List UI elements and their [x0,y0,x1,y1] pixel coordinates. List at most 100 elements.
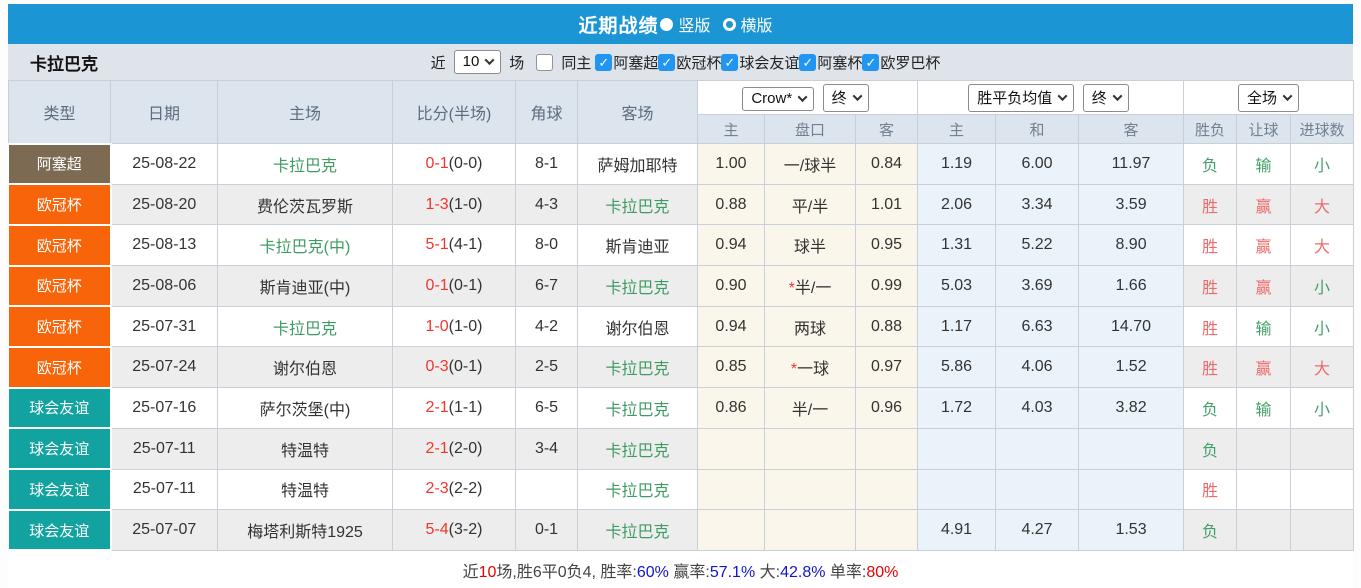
handicap-away-odds [854,468,919,511]
handicap-away-odds [854,427,919,470]
score-cell: 5-4(3-2) [392,509,516,551]
league-checkbox-2[interactable]: ✓ [721,53,739,71]
avg-away-odds: 11.97 [1078,143,1185,185]
home-team-cell[interactable]: 卡拉巴克 [217,143,393,185]
home-team-cell[interactable]: 斯肯迪亚(中) [217,265,393,307]
avg-home-odds: 1.72 [917,387,997,429]
home-team-cell[interactable]: 卡拉巴克(中) [217,224,393,267]
handicap-line: 半/一 [764,387,856,429]
away-team-cell[interactable]: 卡拉巴克 [577,468,698,511]
col-header-score: 比分(半场) [392,80,516,144]
home-team-cell[interactable]: 费伦茨瓦罗斯 [217,183,393,226]
away-team-cell[interactable]: 卡拉巴克 [577,427,698,470]
avg-home-odds: 1.17 [917,305,997,348]
handicap-line: 平/半 [764,183,856,226]
date-cell: 25-08-06 [110,265,218,307]
matches-label: 场 [509,54,525,72]
home-team-cell[interactable]: 谢尔伯恩 [217,346,393,389]
home-team-cell[interactable]: 特温特 [217,427,393,470]
result-cell: 负 [1183,427,1238,470]
corner-cell: 3-4 [515,427,578,470]
result-cell: 负 [1183,509,1238,551]
handicap-home-odds: 1.00 [697,143,765,185]
near-label: 近 [430,54,446,72]
table-row: 欧冠杯 25-08-06 斯肯迪亚(中) 0-1(0-1) 6-7 卡拉巴克 0.90 *半/… [8,264,1355,308]
avg-draw-odds: 6.00 [995,143,1080,185]
home-team-cell[interactable]: 萨尔茨堡(中) [217,387,393,429]
type-cell[interactable]: 球会友谊 [8,427,112,470]
corner-cell: 6-5 [515,387,578,429]
avg-away-odds [1078,427,1185,470]
corner-cell [515,468,578,511]
avg-draw-odds: 5.22 [995,224,1080,267]
away-team-cell[interactable]: 卡拉巴克 [577,183,698,226]
handicap-home-odds [697,468,765,511]
summary-segment: 近 [462,564,479,582]
corner-cell: 8-1 [515,143,578,185]
same-home-checkbox[interactable] [536,53,554,71]
away-team-cell[interactable]: 斯肯迪亚 [577,224,698,267]
type-cell[interactable]: 欧冠杯 [8,305,112,348]
type-cell[interactable]: 球会友谊 [8,508,112,552]
avg-away-odds [1078,468,1185,511]
type-cell[interactable]: 球会友谊 [8,386,112,430]
home-team-cell[interactable]: 特温特 [217,468,393,511]
league-filter-item: ✓ 阿塞杯 [799,52,862,73]
date-cell: 25-07-11 [110,427,218,470]
result-cell: 负 [1183,143,1238,185]
avg-draw-odds: 4.06 [995,346,1080,389]
goals-cell: 小 [1290,305,1355,348]
subcol-header-crow-away: 客 [854,114,919,144]
avg-draw-odds: 4.27 [995,509,1080,551]
away-team-cell[interactable]: 谢尔伯恩 [577,305,698,348]
handicap-line: 一/球半 [764,143,856,185]
handicap-away-odds: 0.84 [854,143,919,185]
score-cell: 0-1(0-1) [392,265,516,307]
league-checkbox-3[interactable]: ✓ [799,53,817,71]
odds-company-select[interactable]: Crow* [742,86,815,111]
away-team-cell[interactable]: 卡拉巴克 [577,387,698,429]
type-cell[interactable]: 欧冠杯 [8,183,112,226]
odds-stage-select[interactable]: 终 [822,83,869,112]
home-team-cell[interactable]: 梅塔利斯特1925 [217,509,393,551]
table-row: 欧冠杯 25-08-20 费伦茨瓦罗斯 1-3(1-0) 4-3 卡拉巴克 0.88 平/半 1… [8,183,1355,226]
goals-cell: 小 [1290,265,1355,307]
summary-segment: 赢率: [668,564,710,582]
type-cell[interactable]: 欧冠杯 [8,264,112,308]
summary-segment: 80% [866,564,899,582]
league-checkbox-1[interactable]: ✓ [658,53,676,71]
league-filters: ✓ 阿塞超 ✓ 欧冠杯 ✓ 球会友谊 ✓ 阿塞杯 ✓ 欧罗巴杯 [595,52,940,73]
avg-home-odds [917,427,997,470]
subcol-header-avg-draw: 和 [995,114,1080,144]
avg-away-odds: 3.82 [1078,387,1185,429]
subcol-header-avg-away: 客 [1078,114,1185,144]
handicap-home-odds: 0.94 [697,224,765,267]
type-cell[interactable]: 球会友谊 [8,468,112,511]
horizontal-layout-label[interactable]: 横版 [741,12,773,36]
away-team-cell[interactable]: 卡拉巴克 [577,346,698,389]
avg-type-select[interactable]: 胜平负均值 [968,83,1075,112]
away-team-cell[interactable]: 萨姆加耶特 [577,143,698,185]
type-cell[interactable]: 欧冠杯 [8,223,112,267]
league-checkbox-0[interactable]: ✓ [595,53,613,71]
away-team-cell[interactable]: 卡拉巴克 [577,265,698,307]
home-team-cell[interactable]: 卡拉巴克 [217,305,393,348]
vertical-layout-radio[interactable] [660,17,674,31]
matches-count-select[interactable]: 10 [453,50,502,74]
league-label-1: 欧冠杯 [676,54,722,72]
type-cell[interactable]: 欧冠杯 [8,345,112,389]
away-team-cell[interactable]: 卡拉巴克 [577,509,698,551]
avg-stage-select[interactable]: 终 [1082,83,1129,112]
vertical-layout-label[interactable]: 竖版 [678,12,710,36]
date-cell: 25-08-13 [110,224,218,267]
avg-home-odds: 1.31 [917,224,997,267]
scope-select[interactable]: 全场 [1238,83,1300,112]
horizontal-layout-radio[interactable] [722,17,736,31]
handicap-away-odds [854,509,919,551]
league-checkbox-4[interactable]: ✓ [862,53,880,71]
handicap-line: 两球 [764,305,856,348]
handicap-line [764,468,856,511]
summary-segment: 57.1% [709,564,756,582]
type-cell[interactable]: 阿塞超 [8,142,112,186]
summary-bar: 近10场,胜6平0负4, 胜率:60% 赢率:57.1% 大:42.8% 单率:… [8,551,1353,588]
